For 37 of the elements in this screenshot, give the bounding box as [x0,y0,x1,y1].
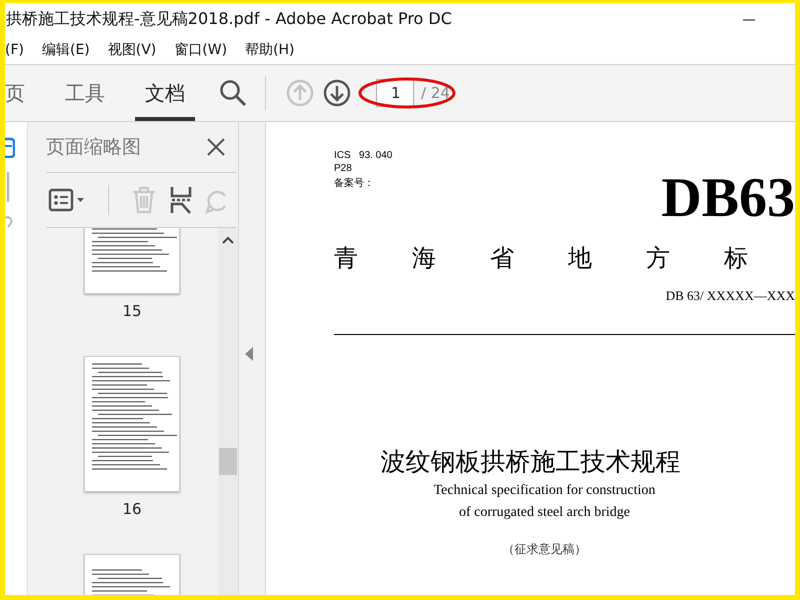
menu-item[interactable]: 帮助(H) [245,41,295,59]
close-icon[interactable] [206,137,226,157]
issuer-character: 地 [568,243,592,274]
window-title: 拱桥施工技术规程-意见稿2018.pdf - Adobe Acrobat Pro DC [6,9,452,30]
page-number-label: 15 [122,302,142,320]
insert-page-icon[interactable] [169,186,193,214]
issuer-character: 标 [724,243,748,274]
standard-number: DB 63/ XXXXX—XXX [666,288,795,304]
record-number-label: 备案号： [334,176,375,190]
options-icon[interactable] [48,188,86,212]
issuer-character: 海 [412,243,436,274]
panel-title: 页面缩略图 [46,135,141,160]
toolbar-tab[interactable]: 页 [5,65,35,121]
classification-code: P28 [334,163,353,174]
english-title-line: Technical specification for construction [434,482,656,500]
collapse-icon[interactable] [245,346,253,360]
menu-item[interactable]: (F) [5,42,24,58]
toolbar-tab[interactable]: 工具 [55,65,115,121]
search-icon[interactable] [219,79,247,107]
standard-mark: DB63 [661,170,795,226]
page-icon[interactable] [5,136,15,158]
page-total: / 24 [421,84,450,102]
menu-item[interactable]: 窗口(W) [174,41,228,59]
issuer-character: 省 [490,243,514,274]
scrollbar[interactable] [218,228,238,595]
ics-code: ICS 93. 040 [334,150,394,161]
scrollbar-thumb[interactable] [219,448,237,475]
english-title-line: of corrugated steel arch bridge [458,504,630,521]
page-thumbnail[interactable] [84,356,180,492]
menu-item[interactable]: 视图(V) [108,41,156,59]
scroll-up-icon[interactable] [222,236,234,244]
issuer-character: 方 [646,243,670,274]
draft-status: （征求意见稿） [502,541,586,558]
issuer-character: 青 [334,243,358,274]
menu-item[interactable]: 编辑(E) [42,41,90,59]
page-number-label: 16 [122,500,142,518]
document-title: 波纹钢板拱桥施工技术规程 [380,446,680,478]
